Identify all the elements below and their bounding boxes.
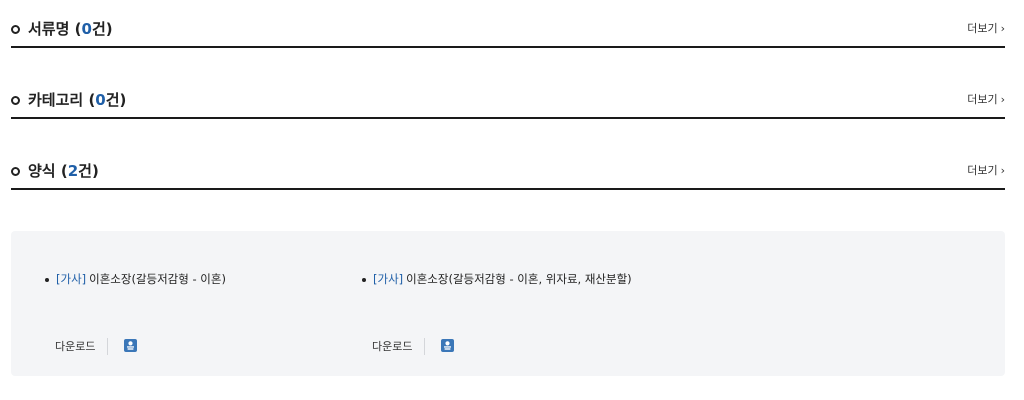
- form-title-link[interactable]: [가사] 이혼소장(갈등저감형 - 이혼, 위자료, 재산분할): [373, 271, 632, 287]
- result-count: 0: [81, 20, 92, 38]
- section-category: 카테고리 (0건) 더보기 ›: [11, 71, 1005, 119]
- download-button[interactable]: [441, 339, 454, 352]
- download-icon: [127, 341, 134, 350]
- download-icon: [444, 341, 451, 350]
- circle-bullet-icon: [11, 25, 20, 34]
- form-title-link[interactable]: [가사] 이혼소장(갈등저감형 - 이혼): [56, 271, 226, 287]
- section-document-name: 서류명 (0건) 더보기 ›: [11, 0, 1005, 48]
- list-item: [가사] 이혼소장(갈등저감형 - 이혼) 다운로드: [45, 231, 345, 376]
- more-link[interactable]: 더보기 ›: [967, 164, 1005, 178]
- result-count: 2: [67, 162, 79, 180]
- divider: [424, 338, 425, 355]
- section-title: 카테고리 (0건): [28, 91, 127, 109]
- download-button[interactable]: [124, 339, 137, 352]
- more-link[interactable]: 더보기 ›: [967, 22, 1005, 36]
- chevron-right-icon: ›: [1000, 164, 1005, 177]
- chevron-right-icon: ›: [1000, 93, 1005, 106]
- bullet-dot-icon: [45, 278, 49, 282]
- section-title: 서류명 (0건): [28, 20, 113, 38]
- section-title: 양식 (2건): [28, 162, 99, 180]
- divider: [107, 338, 108, 355]
- download-label: 다운로드: [55, 340, 96, 353]
- more-link[interactable]: 더보기 ›: [967, 93, 1005, 107]
- chevron-right-icon: ›: [1000, 22, 1005, 35]
- circle-bullet-icon: [11, 167, 20, 176]
- bullet-dot-icon: [362, 278, 366, 282]
- form-results-panel: [가사] 이혼소장(갈등저감형 - 이혼) 다운로드 [가사] 이혼소장(갈등저감형…: [11, 231, 1005, 376]
- result-count: 0: [95, 91, 106, 109]
- download-label: 다운로드: [372, 340, 413, 353]
- category-tag: [가사]: [373, 272, 404, 286]
- section-form: 양식 (2건) 더보기 ›: [11, 142, 1005, 190]
- category-tag: [가사]: [56, 272, 87, 286]
- list-item: [가사] 이혼소장(갈등저감형 - 이혼, 위자료, 재산분할) 다운로드: [362, 231, 662, 376]
- circle-bullet-icon: [11, 96, 20, 105]
